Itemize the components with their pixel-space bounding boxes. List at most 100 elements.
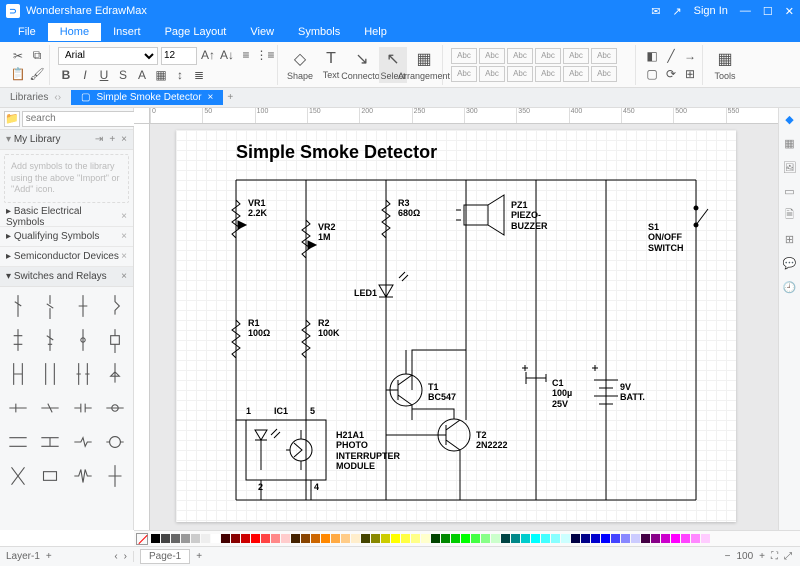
color-swatch[interactable] bbox=[211, 534, 220, 543]
dec-font-icon[interactable]: A↓ bbox=[219, 47, 235, 63]
connector-tool[interactable]: ↘Connector bbox=[348, 47, 376, 83]
symbol[interactable] bbox=[101, 359, 129, 389]
rotate-icon[interactable]: ⟳ bbox=[663, 66, 679, 82]
zoom-in-icon[interactable]: + bbox=[759, 551, 765, 562]
zoom-out-icon[interactable]: − bbox=[725, 551, 731, 562]
align2-icon[interactable]: ≣ bbox=[191, 67, 207, 83]
color-swatch[interactable] bbox=[431, 534, 440, 543]
close-icon[interactable]: ✕ bbox=[785, 5, 794, 18]
menu-pagelayout[interactable]: Page Layout bbox=[153, 23, 239, 41]
menu-home[interactable]: Home bbox=[48, 23, 101, 41]
symbol[interactable] bbox=[69, 427, 97, 457]
layer-label[interactable]: Layer-1 bbox=[6, 551, 40, 562]
highlight-icon[interactable]: ▦ bbox=[153, 67, 169, 83]
color-swatch[interactable] bbox=[321, 534, 330, 543]
menu-symbols[interactable]: Symbols bbox=[286, 23, 352, 41]
symbol[interactable] bbox=[36, 427, 64, 457]
symbol[interactable] bbox=[4, 427, 32, 457]
fill-icon[interactable]: ◧ bbox=[644, 48, 660, 64]
cut-icon[interactable]: ✂ bbox=[10, 48, 26, 64]
symbol[interactable] bbox=[69, 291, 97, 321]
group-icon[interactable]: ⊞ bbox=[682, 66, 698, 82]
color-swatch[interactable] bbox=[181, 534, 190, 543]
color-swatch[interactable] bbox=[501, 534, 510, 543]
tools-button[interactable]: ▦Tools bbox=[711, 47, 739, 83]
color-swatch[interactable] bbox=[461, 534, 470, 543]
rail-doc-icon[interactable]: 🗎 bbox=[783, 208, 797, 222]
line-icon[interactable]: ╱ bbox=[663, 48, 679, 64]
color-swatch[interactable] bbox=[371, 534, 380, 543]
color-swatch[interactable] bbox=[251, 534, 260, 543]
color-swatch[interactable] bbox=[551, 534, 560, 543]
page-tab[interactable]: Page-1 bbox=[140, 549, 190, 564]
menu-file[interactable]: File bbox=[6, 23, 48, 41]
italic-icon[interactable]: I bbox=[77, 67, 93, 83]
cat-basic-electrical[interactable]: ▸ Basic Electrical Symbols× bbox=[0, 207, 133, 227]
underline-icon[interactable]: U bbox=[96, 67, 112, 83]
fullscreen-icon[interactable]: ⤢ bbox=[784, 551, 792, 562]
format-painter-icon[interactable]: 🖌 bbox=[29, 66, 45, 82]
font-color-icon[interactable]: A bbox=[134, 67, 150, 83]
color-swatch[interactable] bbox=[591, 534, 600, 543]
color-swatch[interactable] bbox=[571, 534, 580, 543]
color-swatch[interactable] bbox=[151, 534, 160, 543]
new-tab-icon[interactable]: + bbox=[227, 92, 233, 103]
color-swatch[interactable] bbox=[311, 534, 320, 543]
cat-switches-relays[interactable]: ▾ Switches and Relays× bbox=[0, 267, 133, 287]
symbol[interactable] bbox=[69, 461, 97, 491]
color-swatch[interactable] bbox=[341, 534, 350, 543]
color-swatch[interactable] bbox=[201, 534, 210, 543]
symbol[interactable] bbox=[36, 461, 64, 491]
color-swatch[interactable] bbox=[401, 534, 410, 543]
library-menu-icon[interactable]: 📁 bbox=[4, 111, 20, 127]
page-add-icon[interactable]: + bbox=[196, 551, 202, 562]
color-swatch[interactable] bbox=[281, 534, 290, 543]
shadow-icon[interactable]: ▢ bbox=[644, 66, 660, 82]
document-tab[interactable]: ▢ Simple Smoke Detector × bbox=[71, 90, 223, 105]
symbol[interactable] bbox=[36, 291, 64, 321]
lib-nav-next[interactable]: › bbox=[58, 92, 61, 103]
quick-styles[interactable]: AbcAbcAbcAbcAbcAbc AbcAbcAbcAbcAbcAbc bbox=[451, 48, 631, 82]
symbol[interactable] bbox=[69, 325, 97, 355]
color-swatch[interactable] bbox=[441, 534, 450, 543]
symbol[interactable] bbox=[4, 359, 32, 389]
my-library-header[interactable]: ▾ My Library ⇥+× bbox=[0, 130, 133, 150]
rail-theme-icon[interactable]: ◆ bbox=[783, 112, 797, 126]
color-swatch[interactable] bbox=[231, 534, 240, 543]
color-swatch[interactable] bbox=[691, 534, 700, 543]
bold-icon[interactable]: B bbox=[58, 67, 74, 83]
cat-semiconductor[interactable]: ▸ Semiconductor Devices× bbox=[0, 247, 133, 267]
symbol[interactable] bbox=[101, 325, 129, 355]
messages-icon[interactable]: ✉ bbox=[651, 5, 660, 18]
color-swatch[interactable] bbox=[171, 534, 180, 543]
menu-view[interactable]: View bbox=[238, 23, 286, 41]
color-swatch[interactable] bbox=[671, 534, 680, 543]
color-swatch[interactable] bbox=[661, 534, 670, 543]
symbol[interactable] bbox=[36, 325, 64, 355]
symbol[interactable] bbox=[36, 359, 64, 389]
color-swatch[interactable] bbox=[481, 534, 490, 543]
signin-link[interactable]: Sign In bbox=[694, 5, 728, 17]
symbol[interactable] bbox=[4, 393, 32, 423]
color-swatch[interactable] bbox=[471, 534, 480, 543]
color-swatch[interactable] bbox=[631, 534, 640, 543]
color-swatch[interactable] bbox=[521, 534, 530, 543]
fit-page-icon[interactable]: ⛶ bbox=[771, 551, 778, 562]
color-swatch[interactable] bbox=[681, 534, 690, 543]
close-lib-icon[interactable]: × bbox=[121, 134, 127, 145]
symbol[interactable] bbox=[101, 393, 129, 423]
color-swatch[interactable] bbox=[601, 534, 610, 543]
color-swatch[interactable] bbox=[351, 534, 360, 543]
font-select[interactable]: Arial bbox=[58, 47, 158, 65]
no-color-icon[interactable] bbox=[136, 533, 148, 545]
color-swatch[interactable] bbox=[221, 534, 230, 543]
symbol[interactable] bbox=[4, 291, 32, 321]
cat-qualifying[interactable]: ▸ Qualifying Symbols× bbox=[0, 227, 133, 247]
color-swatch[interactable] bbox=[561, 534, 570, 543]
color-swatch[interactable] bbox=[291, 534, 300, 543]
color-swatch[interactable] bbox=[261, 534, 270, 543]
strike-icon[interactable]: S bbox=[115, 67, 131, 83]
symbol[interactable] bbox=[69, 359, 97, 389]
color-swatch[interactable] bbox=[541, 534, 550, 543]
symbol[interactable] bbox=[101, 461, 129, 491]
